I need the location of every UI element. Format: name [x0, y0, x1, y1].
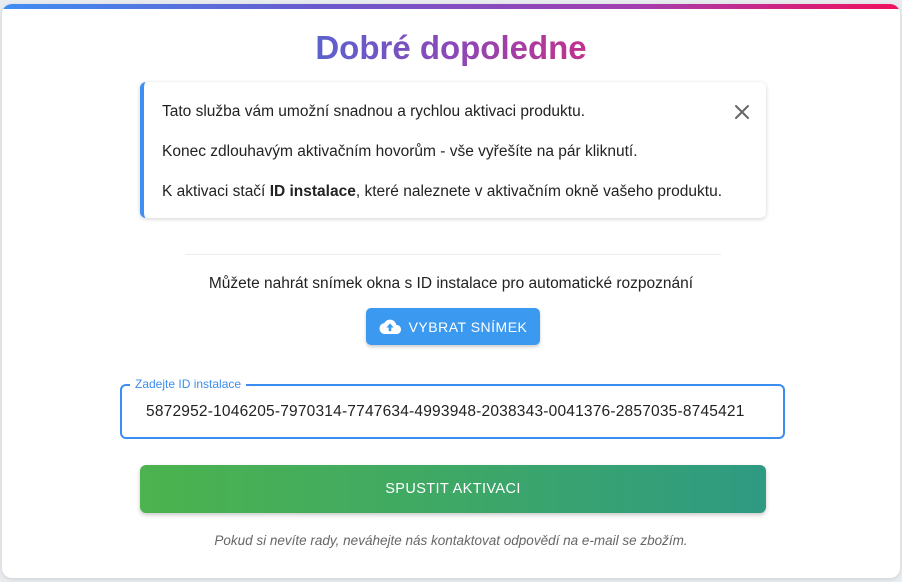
installation-id-input[interactable]	[122, 386, 783, 437]
installation-id-field: Zadejte ID instalace	[120, 377, 785, 439]
info-line-3: K aktivaci stačí ID instalace, které nal…	[162, 182, 722, 202]
info-line-3-end: , které naleznete v aktivačním okně vaše…	[355, 183, 723, 200]
activation-card: Dobré dopoledne Tato služba vám umožní s…	[2, 4, 900, 578]
installation-id-emphasis: ID instalace	[269, 183, 356, 200]
info-line-2: Konec zdlouhavým aktivačním hovorům - vš…	[162, 143, 638, 160]
close-icon[interactable]	[730, 100, 754, 124]
section-divider	[185, 254, 721, 255]
info-line-3-start: K aktivaci stačí	[162, 183, 270, 200]
start-activation-button[interactable]: SPUSTIT AKTIVACI	[140, 465, 766, 513]
info-alert: Tato služba vám umožní snadnou a rychlou…	[140, 82, 766, 218]
page-title: Dobré dopoledne	[2, 28, 900, 68]
gradient-top-bar	[2, 4, 900, 9]
upload-hint: Můžete nahrát snímek okna s ID instalace…	[208, 275, 694, 292]
help-note: Pokud si nevíte rady, neváhejte nás kont…	[214, 533, 688, 548]
cloud-upload-icon	[379, 319, 401, 334]
select-screenshot-label: VYBRAT SNÍMEK	[408, 318, 528, 335]
select-screenshot-button[interactable]: VYBRAT SNÍMEK	[366, 308, 540, 345]
start-activation-label: SPUSTIT AKTIVACI	[385, 481, 521, 497]
page-title-text: Dobré dopoledne	[315, 29, 587, 66]
info-line-1: Tato služba vám umožní snadnou a rychlou…	[162, 103, 586, 120]
